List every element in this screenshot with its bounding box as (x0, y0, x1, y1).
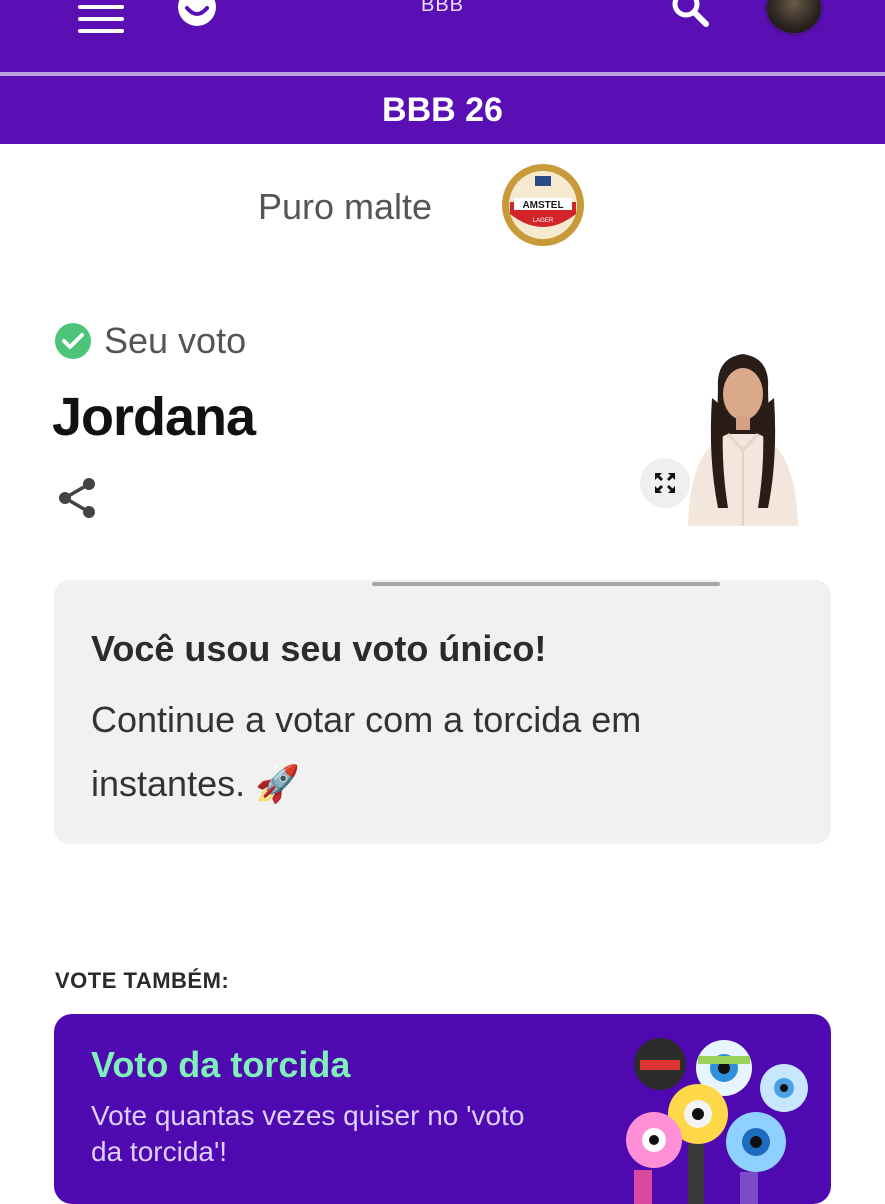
vote-result-section: Seu voto Jordana (0, 300, 885, 540)
program-title: BBB 26 (382, 91, 503, 129)
share-icon[interactable] (56, 476, 100, 520)
candidate-name: Jordana (52, 387, 256, 447)
vote-also-heading: VOTE TAMBÉM: (55, 968, 230, 993)
check-circle-icon (55, 323, 91, 359)
expand-photo-button[interactable] (640, 458, 690, 508)
vote-status-label: Seu voto (104, 320, 247, 361)
notice-body: Continue a votar com a torcida em instan… (91, 699, 642, 804)
header-title: BBB (420, 0, 465, 16)
sponsor-logo-subtext: LAGER (533, 218, 554, 224)
countdown-bar (372, 582, 720, 586)
promo-title: Voto da torcida (91, 1044, 351, 1085)
promo-body: Vote quantas vezes quiser no 'voto da to… (91, 1100, 525, 1167)
top-navigation-bar: BBB (0, 0, 885, 72)
sponsor-banner[interactable]: Puro malte AMSTEL LAGER (0, 148, 885, 268)
user-avatar[interactable] (764, 0, 824, 36)
vote-notice-card: Você usou seu voto único! Continue a vot… (54, 580, 831, 844)
search-icon[interactable] (668, 0, 712, 30)
notice-title: Você usou seu voto único! (91, 628, 547, 669)
sponsor-logo-text: AMSTEL (522, 200, 563, 211)
sponsor-faded-artwork (570, 148, 790, 268)
bbb-eye-mascots-illustration (626, 1038, 808, 1204)
crowd-vote-card[interactable]: Voto da torcida Vote quantas vezes quise… (54, 1014, 831, 1204)
sponsor-tagline: Puro malte (258, 186, 433, 227)
program-title-bar: BBB 26 (0, 76, 885, 144)
expand-icon (655, 473, 675, 493)
